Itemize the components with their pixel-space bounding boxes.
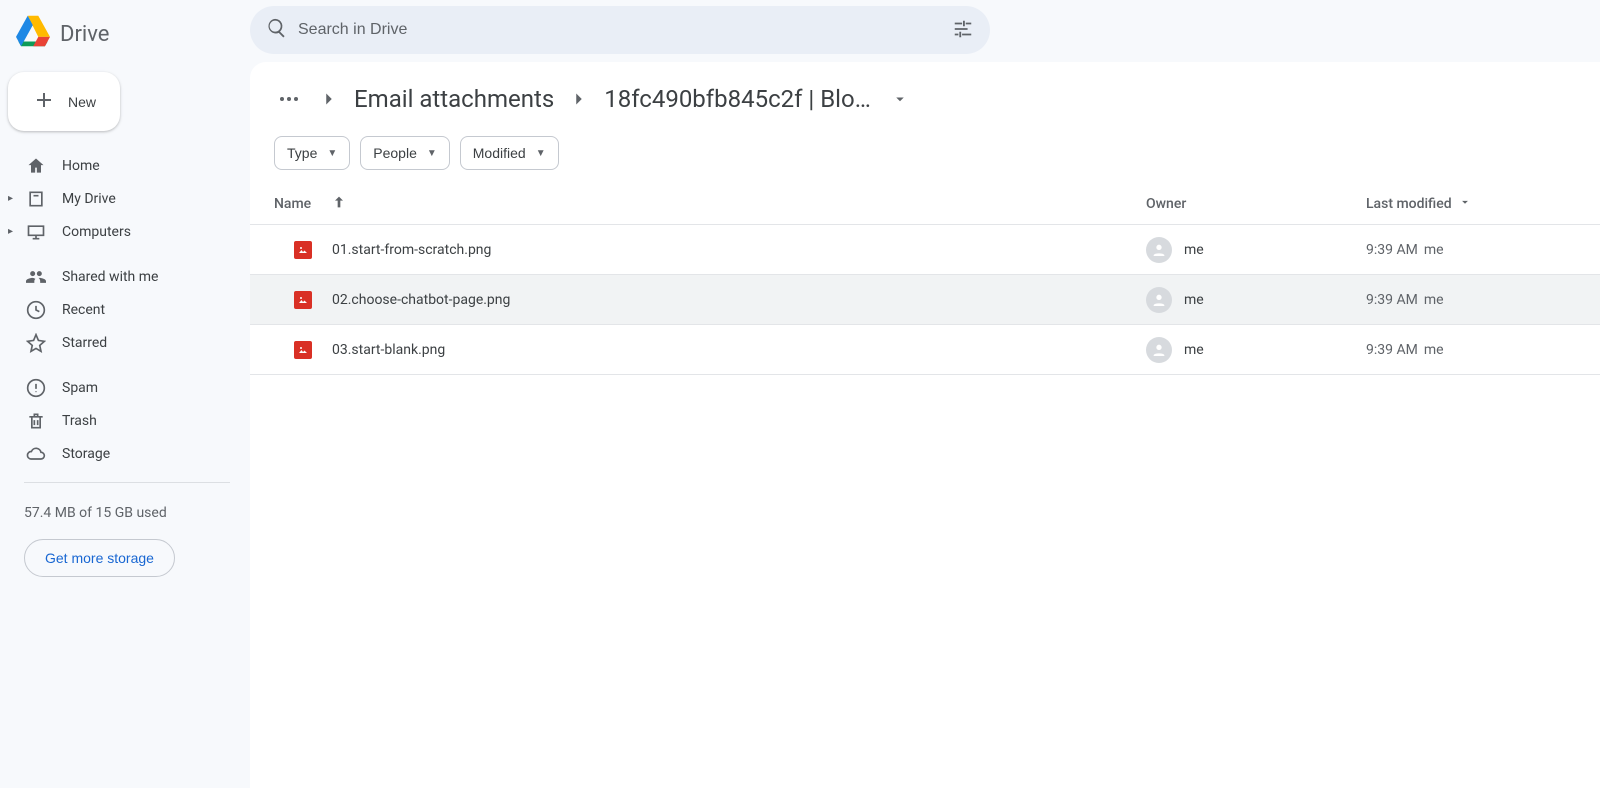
sidebar-item-label: Shared with me (62, 269, 158, 285)
column-header-owner[interactable]: Owner (1146, 196, 1366, 212)
home-icon (26, 156, 46, 176)
column-header-name[interactable]: Name (274, 196, 311, 212)
modified-time: 9:39 AM (1366, 292, 1418, 308)
owner-avatar-icon (1146, 337, 1172, 363)
sidebar-item-shared[interactable]: Shared with me (0, 260, 250, 293)
star-icon (26, 333, 46, 353)
image-file-icon (294, 291, 312, 309)
filter-bar: Type▼ People▼ Modified▼ (250, 124, 1600, 184)
sidebar-item-label: Starred (62, 335, 107, 351)
modified-by: me (1424, 342, 1444, 358)
breadcrumb-segment-current[interactable]: 18fc490bfb845c2f | Blo… (604, 85, 871, 113)
shared-icon (26, 267, 46, 287)
table-row[interactable]: 02.choose-chatbot-page.png me 9:39 AM me (250, 275, 1600, 325)
tune-icon (952, 18, 974, 43)
modified-time: 9:39 AM (1366, 242, 1418, 258)
file-name: 01.start-from-scratch.png (332, 242, 491, 258)
filter-people[interactable]: People▼ (360, 136, 450, 170)
caret-down-icon (1458, 195, 1472, 213)
search-icon (266, 17, 288, 43)
caret-down-icon: ▼ (536, 148, 546, 159)
chevron-right-icon[interactable]: ▸ (8, 193, 13, 204)
table-header: Name Owner Last modified (250, 184, 1600, 225)
sidebar-item-trash[interactable]: Trash (0, 404, 250, 437)
sidebar-item-label: My Drive (62, 191, 116, 207)
file-name: 03.start-blank.png (332, 342, 445, 358)
sidebar: Drive New Home ▸ My Drive ▸ Computers (0, 0, 250, 788)
modified-time: 9:39 AM (1366, 342, 1418, 358)
sidebar-item-label: Spam (62, 380, 98, 396)
sidebar-item-my-drive[interactable]: ▸ My Drive (0, 182, 250, 215)
breadcrumb-dropdown-button[interactable] (885, 84, 915, 114)
chevron-right-icon[interactable]: ▸ (8, 226, 13, 237)
sidebar-item-spam[interactable]: Spam (0, 371, 250, 404)
recent-icon (26, 300, 46, 320)
search-options-button[interactable] (944, 10, 982, 51)
sidebar-item-storage[interactable]: Storage (0, 437, 250, 470)
modified-by: me (1424, 292, 1444, 308)
cloud-icon (26, 444, 46, 464)
image-file-icon (294, 341, 312, 359)
sidebar-item-starred[interactable]: Starred (0, 326, 250, 359)
sidebar-item-home[interactable]: Home (0, 149, 250, 182)
table-row[interactable]: 01.start-from-scratch.png me 9:39 AM me (250, 225, 1600, 275)
caret-down-icon: ▼ (327, 148, 337, 159)
breadcrumb: Email attachments 18fc490bfb845c2f | Blo… (250, 78, 1600, 124)
search-bar (250, 6, 990, 54)
image-file-icon (294, 241, 312, 259)
sidebar-item-recent[interactable]: Recent (0, 293, 250, 326)
filter-modified[interactable]: Modified▼ (460, 136, 559, 170)
sidebar-item-label: Recent (62, 302, 105, 318)
owner-name: me (1184, 292, 1204, 308)
modified-by: me (1424, 242, 1444, 258)
breadcrumb-segment-parent[interactable]: Email attachments (354, 85, 554, 113)
get-more-storage-button[interactable]: Get more storage (24, 539, 175, 577)
main: Email attachments 18fc490bfb845c2f | Blo… (250, 0, 1600, 788)
sort-ascending-icon[interactable] (331, 194, 347, 214)
owner-name: me (1184, 342, 1204, 358)
sidebar-item-label: Computers (62, 224, 131, 240)
owner-avatar-icon (1146, 287, 1172, 313)
chevron-right-icon (568, 88, 590, 110)
sidebar-item-computers[interactable]: ▸ Computers (0, 215, 250, 248)
spam-icon (26, 378, 46, 398)
sidebar-item-label: Trash (62, 413, 97, 429)
brand[interactable]: Drive (0, 8, 250, 72)
sidebar-item-label: Home (62, 158, 100, 174)
chevron-right-icon (318, 88, 340, 110)
owner-name: me (1184, 242, 1204, 258)
my-drive-icon (26, 189, 46, 209)
owner-avatar-icon (1146, 237, 1172, 263)
table-row[interactable]: 03.start-blank.png me 9:39 AM me (250, 325, 1600, 375)
brand-name: Drive (60, 22, 109, 47)
file-name: 02.choose-chatbot-page.png (332, 292, 510, 308)
trash-icon (26, 411, 46, 431)
divider (24, 482, 230, 483)
computers-icon (26, 222, 46, 242)
content-panel: Email attachments 18fc490bfb845c2f | Blo… (250, 62, 1600, 788)
storage-usage-text: 57.4 MB of 15 GB used (24, 505, 230, 521)
new-button[interactable]: New (8, 72, 120, 131)
drive-logo-icon (16, 14, 50, 54)
plus-icon (32, 88, 56, 115)
sidebar-item-label: Storage (62, 446, 110, 462)
breadcrumb-overflow-button[interactable] (274, 91, 304, 107)
new-button-label: New (68, 94, 96, 110)
search-input[interactable] (288, 21, 944, 39)
filter-type[interactable]: Type▼ (274, 136, 350, 170)
column-header-modified[interactable]: Last modified (1366, 195, 1576, 213)
caret-down-icon: ▼ (427, 148, 437, 159)
file-list: 01.start-from-scratch.png me 9:39 AM me … (250, 225, 1600, 375)
